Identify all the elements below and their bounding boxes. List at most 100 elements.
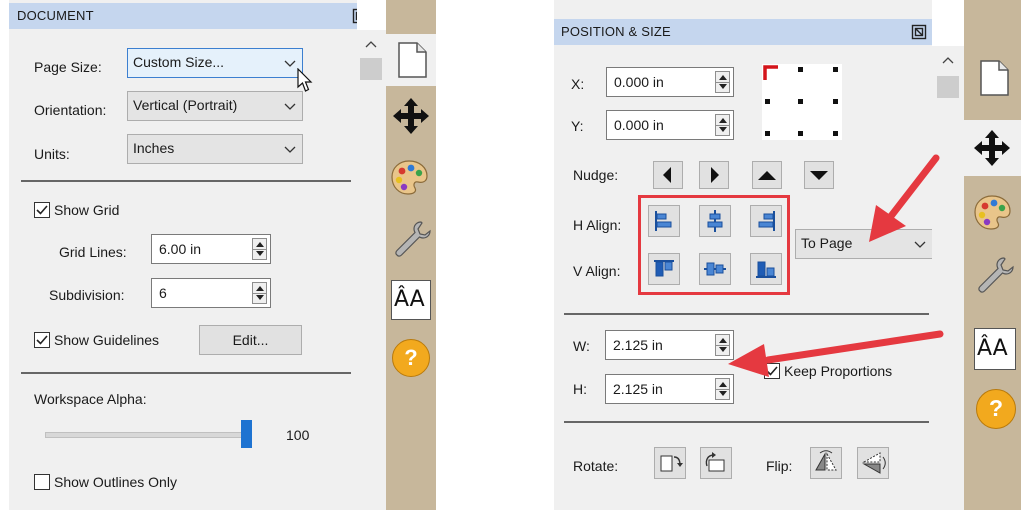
rotate-counterclockwise-icon — [705, 452, 725, 472]
check-icon — [36, 205, 48, 215]
wrench-icon[interactable] — [974, 254, 1014, 294]
document-panel-scrollbar[interactable] — [357, 30, 386, 510]
show-grid-checkbox[interactable] — [34, 202, 50, 218]
section-divider — [564, 421, 929, 423]
document-panel-title: DOCUMENT — [17, 8, 94, 23]
y-value: 0.000 in — [614, 117, 664, 133]
position-panel-scrollbar[interactable] — [932, 46, 964, 510]
move-arrows-icon[interactable] — [391, 96, 431, 136]
nudge-label: Nudge: — [573, 167, 619, 183]
h-field[interactable]: 2.125 in — [605, 374, 734, 404]
h-value: 2.125 in — [613, 381, 663, 397]
edit-guidelines-button[interactable]: Edit... — [199, 325, 302, 355]
grid-lines-field[interactable]: 6.00 in — [151, 234, 271, 264]
anchor-point-grid[interactable] — [762, 64, 842, 140]
anchor-point-grid-graphic — [763, 65, 838, 136]
w-value: 2.125 in — [613, 337, 663, 353]
y-label: Y: — [571, 118, 584, 134]
x-field[interactable]: 0.000 in — [606, 67, 734, 97]
x-spinner[interactable] — [715, 71, 730, 93]
rotate-ccw-button[interactable] — [700, 447, 732, 479]
show-outlines-checkbox[interactable] — [34, 474, 50, 490]
rotate-cw-button[interactable] — [654, 447, 686, 479]
annotation-arrow-keep-proportions — [728, 330, 944, 377]
scroll-up-icon[interactable] — [942, 56, 954, 64]
x-label: X: — [571, 76, 585, 92]
move-arrows-icon[interactable] — [972, 128, 1012, 168]
flip-vertical-icon — [862, 452, 886, 474]
orientation-dropdown[interactable]: Vertical (Portrait) — [127, 91, 303, 121]
orientation-label: Orientation: — [34, 102, 107, 118]
x-value: 0.000 in — [614, 74, 664, 90]
subdivision-field[interactable]: 6 — [151, 278, 271, 308]
grid-lines-spinner[interactable] — [252, 238, 267, 260]
h-align-label: H Align: — [573, 217, 622, 233]
nudge-right-button[interactable] — [699, 161, 729, 189]
edit-button-label: Edit... — [232, 332, 269, 348]
annotation-arrow-to-page — [869, 154, 940, 242]
orientation-value: Vertical (Portrait) — [133, 97, 238, 113]
h-label: H: — [573, 381, 587, 397]
font-tab-label: ÂA — [394, 287, 425, 312]
position-size-panel: POSITION & SIZE X: 0.000 in Y: 0.000 in … — [554, 0, 932, 510]
document-panel-header: DOCUMENT — [9, 3, 357, 29]
page-size-value: Custom Size... — [133, 54, 225, 70]
font-tab-label: ÂA — [977, 336, 1008, 361]
workspace-alpha-label: Workspace Alpha: — [34, 391, 147, 407]
scroll-up-icon[interactable] — [365, 40, 377, 48]
font-tab[interactable]: ÂA — [391, 280, 431, 320]
triangle-up-icon — [758, 171, 776, 180]
workspace-alpha-slider-track[interactable] — [45, 432, 247, 438]
nudge-down-button[interactable] — [804, 161, 834, 189]
panel-restore-icon[interactable] — [911, 24, 927, 40]
workspace-alpha-value: 100 — [286, 427, 310, 443]
wrench-icon[interactable] — [391, 218, 431, 258]
tool-sidebar: ÂA ? — [964, 0, 1021, 510]
font-tab[interactable]: ÂA — [974, 328, 1016, 370]
flip-vertical-button[interactable] — [857, 447, 889, 479]
chevron-down-icon — [284, 60, 296, 67]
align-highlight-box — [638, 195, 790, 295]
flip-horizontal-button[interactable] — [810, 447, 842, 479]
page-size-dropdown[interactable]: Custom Size... — [127, 48, 303, 78]
y-field[interactable]: 0.000 in — [606, 110, 734, 140]
show-grid-label: Show Grid — [54, 202, 120, 218]
subdivision-spinner[interactable] — [252, 282, 267, 304]
v-align-label: V Align: — [573, 263, 621, 279]
rotate-clockwise-icon — [660, 455, 683, 472]
grid-lines-value: 6.00 in — [159, 241, 202, 257]
subdivision-value: 6 — [159, 285, 167, 301]
section-divider — [564, 313, 929, 315]
align-to-value: To Page — [801, 235, 853, 251]
document-icon[interactable] — [392, 40, 432, 80]
workspace-alpha-slider-thumb[interactable] — [241, 420, 252, 448]
chevron-down-icon — [284, 103, 296, 110]
palette-icon[interactable] — [389, 157, 429, 197]
help-tab[interactable]: ? — [392, 339, 430, 377]
triangle-right-icon — [711, 167, 719, 183]
w-field[interactable]: 2.125 in — [605, 330, 734, 360]
nudge-left-button[interactable] — [653, 161, 683, 189]
units-value: Inches — [133, 140, 175, 156]
triangle-left-icon — [663, 167, 671, 183]
scroll-thumb[interactable] — [360, 58, 382, 80]
chevron-down-icon — [284, 146, 296, 153]
panel-restore-icon[interactable] — [352, 8, 357, 24]
triangle-down-icon — [810, 171, 828, 180]
y-spinner[interactable] — [715, 114, 730, 136]
flip-label: Flip: — [766, 458, 793, 474]
rotate-label: Rotate: — [573, 458, 619, 474]
show-guidelines-checkbox[interactable] — [34, 332, 50, 348]
help-tab[interactable]: ? — [976, 389, 1016, 429]
show-guidelines-label: Show Guidelines — [54, 332, 160, 348]
subdivision-label: Subdivision: — [49, 287, 125, 303]
scroll-thumb[interactable] — [937, 76, 959, 98]
help-tab-label: ? — [404, 345, 418, 370]
document-icon[interactable] — [974, 58, 1014, 98]
tool-sidebar: ÂA ? — [386, 0, 436, 510]
page-size-label: Page Size: — [34, 59, 102, 75]
nudge-up-button[interactable] — [752, 161, 782, 189]
units-dropdown[interactable]: Inches — [127, 134, 303, 164]
section-divider — [21, 180, 351, 182]
palette-icon[interactable] — [972, 192, 1012, 232]
